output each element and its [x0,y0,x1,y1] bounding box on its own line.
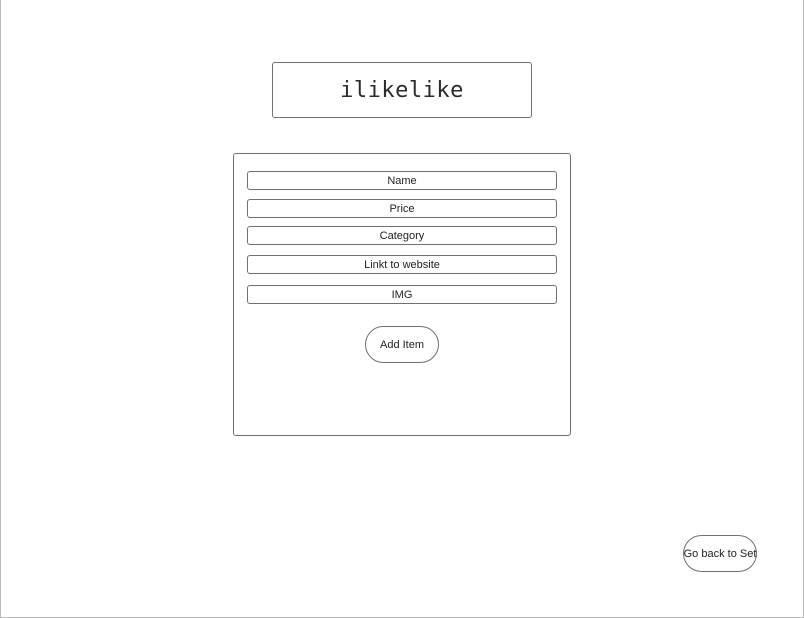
website-link-field[interactable]: Linkt to website [247,255,557,274]
logo-box: ilikelike [272,62,532,118]
name-field[interactable]: Name [247,171,557,190]
image-field[interactable]: IMG [247,285,557,304]
category-field[interactable]: Category [247,226,557,245]
price-field[interactable]: Price [247,199,557,218]
logo-text: ilikelike [340,77,464,103]
add-item-form: Name Price Category Linkt to website IMG… [233,153,571,436]
go-back-button[interactable]: Go back to Set [683,535,757,572]
page: ilikelike Name Price Category Linkt to w… [0,0,804,618]
add-item-button[interactable]: Add Item [365,326,439,363]
